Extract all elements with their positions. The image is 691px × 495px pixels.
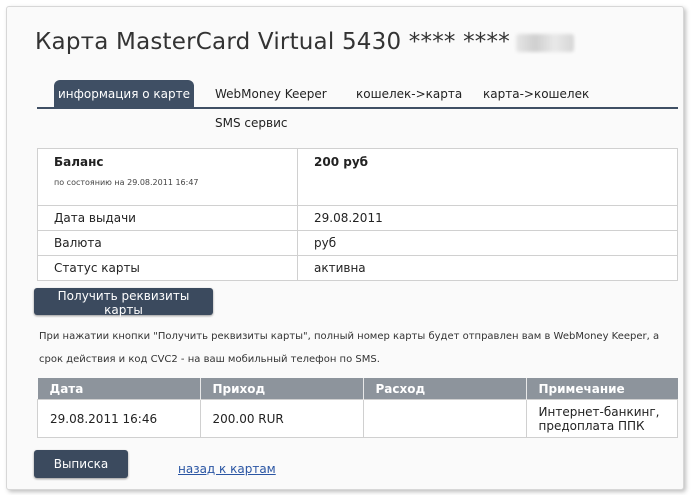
page-title: Карта MasterCard Virtual 5430 **** **** [35,29,574,55]
transaction-income: 200.00 RUR [199,399,364,438]
transaction-expense [362,399,527,438]
transactions-table: Дата Приход Расход Примечание 29.08.2011… [37,378,678,438]
card-panel: Карта MasterCard Virtual 5430 **** **** … [6,6,684,490]
tab-wallet-to-card[interactable]: кошелек->карта [356,87,462,101]
card-status-label: Статус карты [37,255,298,281]
issue-date-label: Дата выдачи [37,205,298,231]
back-to-cards-link[interactable]: назад к картам [178,462,276,476]
currency-value: руб [297,230,678,256]
masked-card-digits [515,33,574,52]
col-date-header: Дата [37,378,201,400]
col-income-header: Приход [200,378,364,400]
card-info-table: Баланс по состоянию на 29.08.2011 16:47 … [37,148,678,281]
currency-row: Валюта руб [37,230,678,256]
transaction-date: 29.08.2011 16:46 [37,399,201,438]
tab-card-to-wallet[interactable]: карта->кошелек [483,87,589,101]
tab-sms-service[interactable]: SMS сервис [215,116,287,130]
get-card-details-button[interactable]: Получить реквизиты карты [34,288,213,317]
statement-button[interactable]: Выписка [34,450,128,478]
table-row: 29.08.2011 16:46 200.00 RUR Интернет-бан… [37,399,678,438]
issue-date-row: Дата выдачи 29.08.2011 [37,205,678,231]
issue-date-value: 29.08.2011 [297,205,678,231]
transactions-header: Дата Приход Расход Примечание [37,378,678,400]
tab-card-info[interactable]: информация о карте [54,80,194,109]
balance-row: Баланс по состоянию на 29.08.2011 16:47 … [37,148,678,206]
balance-timestamp: по состоянию на 29.08.2011 16:47 [54,178,199,187]
tabs-underline [37,107,678,109]
card-status-value: активна [297,255,678,281]
col-expense-header: Расход [363,378,527,400]
balance-value: 200 руб [314,155,369,169]
currency-label: Валюта [37,230,298,256]
transaction-note: Интернет-банкинг, предоплата ППК [525,399,678,438]
card-status-row: Статус карты активна [37,255,678,281]
balance-label: Баланс [54,155,104,169]
card-title-text: Карта MasterCard Virtual 5430 **** **** [35,29,510,55]
details-note: При нажатии кнопки "Получить реквизиты к… [39,331,660,365]
col-note-header: Примечание [526,378,678,400]
tab-webmoney-keeper[interactable]: WebMoney Keeper [215,87,327,101]
